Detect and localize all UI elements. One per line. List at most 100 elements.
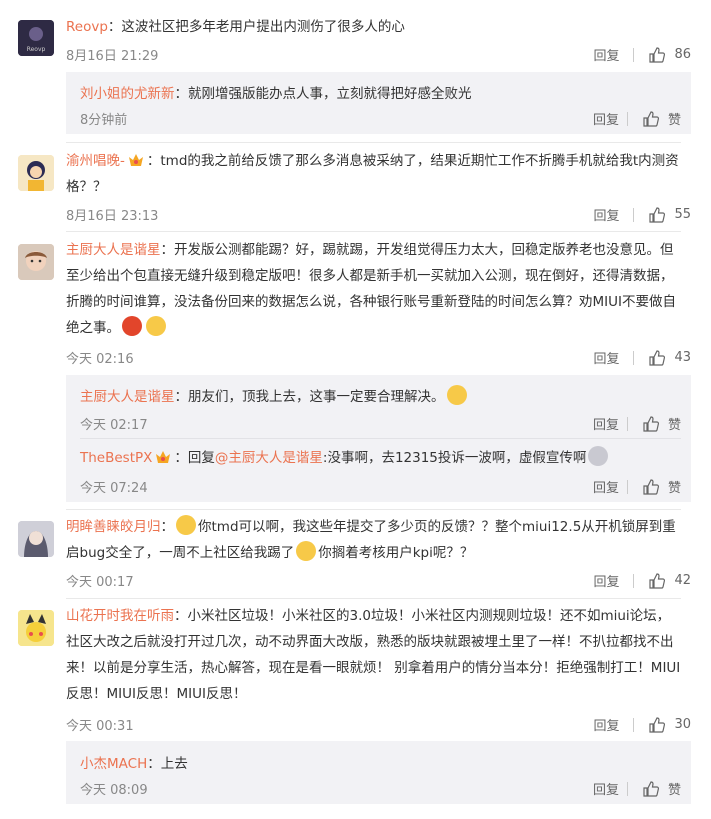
thumb-up-icon bbox=[649, 349, 666, 366]
action-divider bbox=[633, 573, 635, 588]
svg-text:Reovp: Reovp bbox=[27, 46, 46, 53]
reply-time: 今天 02:17 bbox=[80, 418, 148, 433]
reply-username[interactable]: TheBestPX bbox=[80, 450, 152, 466]
comment-divider bbox=[66, 231, 681, 232]
comment-text: 明眸善睐皎月归： 你tmd可以啊，我这些年提交了多少页的反馈？？整个miui12.… bbox=[66, 514, 681, 566]
comment-time: 今天 02:16 bbox=[66, 352, 134, 367]
reply-username[interactable]: 小杰MACH bbox=[80, 756, 147, 772]
reply-button[interactable]: 回复 bbox=[593, 779, 619, 798]
like-count: 43 bbox=[674, 350, 691, 365]
like-label: 赞 bbox=[667, 783, 681, 798]
like-button[interactable]: 42 bbox=[648, 572, 691, 590]
like-label: 赞 bbox=[667, 418, 681, 433]
reply-button[interactable]: 回复 bbox=[593, 477, 619, 496]
reply-button[interactable]: 回复 bbox=[593, 571, 619, 590]
avatar[interactable] bbox=[18, 244, 54, 280]
action-divider bbox=[633, 47, 635, 62]
thumb-up-icon bbox=[643, 478, 660, 495]
like-button[interactable]: 赞 bbox=[642, 779, 681, 798]
like-count: 55 bbox=[674, 207, 691, 222]
reply-button[interactable]: 回复 bbox=[593, 109, 619, 128]
reply-box: 小杰MACH：上去 今天 08:09 回复 赞 bbox=[66, 741, 691, 804]
comment-divider bbox=[66, 509, 681, 510]
comment-text: 主厨大人是谐星：开发版公测都能踢？好，踢就踢，开发组觉得压力太大，回稳定版养老也… bbox=[66, 242, 676, 336]
comment-username[interactable]: 明眸善睐皎月归 bbox=[66, 519, 161, 535]
reply-box: 刘小姐的尤新新：就刚增强版能办点人事，立刻就得把好感全败光 8分钟前 回复 赞 bbox=[66, 72, 691, 134]
scared-face-icon bbox=[588, 446, 609, 466]
comment-text: 山花开时我在听雨：小米社区垃圾！小米社区的3.0垃圾！小米社区内测规则垃圾！还不… bbox=[66, 608, 681, 702]
like-label: 赞 bbox=[667, 481, 681, 496]
avatar[interactable]: Reovp bbox=[18, 20, 54, 56]
action-divider bbox=[626, 479, 628, 494]
like-label: 赞 bbox=[667, 113, 681, 128]
reply-actions: 回复 赞 bbox=[593, 477, 681, 496]
reply-time: 今天 08:09 bbox=[80, 783, 148, 798]
comment-time: 8月16日 21:29 bbox=[66, 49, 159, 64]
smirk-face-icon bbox=[296, 541, 317, 561]
thumb-up-icon bbox=[649, 46, 666, 63]
comment-username[interactable]: 山花开时我在听雨 bbox=[66, 608, 174, 624]
like-count: 86 bbox=[674, 47, 691, 62]
comment-username[interactable]: 主厨大人是谐星 bbox=[66, 242, 161, 258]
like-button[interactable]: 赞 bbox=[642, 477, 681, 496]
avatar[interactable] bbox=[18, 610, 54, 646]
like-button[interactable]: 赞 bbox=[642, 414, 681, 433]
reply-actions: 回复 赞 bbox=[593, 779, 681, 798]
comment-divider bbox=[66, 142, 681, 143]
reply-button[interactable]: 回复 bbox=[593, 45, 619, 64]
avatar[interactable] bbox=[18, 521, 54, 557]
member-badge-icon bbox=[154, 449, 172, 465]
comment-actions: 回复 30 bbox=[593, 715, 691, 734]
comment-username[interactable]: Reovp bbox=[66, 19, 108, 35]
comment-divider bbox=[66, 598, 681, 599]
thumb-up-icon bbox=[643, 110, 660, 127]
comment-username[interactable]: 渝州唱晚- bbox=[66, 153, 125, 169]
comment-time: 8月16日 23:13 bbox=[66, 209, 159, 224]
like-button[interactable]: 55 bbox=[648, 206, 691, 224]
reply-button[interactable]: 回复 bbox=[593, 348, 619, 367]
thumb-up-icon bbox=[649, 206, 666, 223]
reply-username[interactable]: 刘小姐的尤新新 bbox=[80, 86, 175, 102]
reply-button[interactable]: 回复 bbox=[593, 414, 619, 433]
like-button[interactable]: 43 bbox=[648, 349, 691, 367]
reply-text: TheBestPX ：回复@主厨大人是谐星:没事啊，去12315投诉一波啊，虚假宣… bbox=[80, 446, 610, 466]
reply-actions: 回复 赞 bbox=[593, 414, 681, 433]
thinking-face-icon bbox=[446, 385, 467, 405]
comment-actions: 回复 42 bbox=[593, 571, 691, 590]
comment-actions: 回复 86 bbox=[593, 45, 691, 64]
avatar[interactable] bbox=[18, 155, 54, 191]
action-divider bbox=[626, 781, 628, 796]
shrug-emoji-icon bbox=[146, 316, 166, 336]
action-divider bbox=[626, 416, 628, 431]
reply-box: 主厨大人是谐星：朋友们，顶我上去，这事一定要合理解决。 今天 02:17 回复 … bbox=[66, 375, 691, 502]
like-button[interactable]: 30 bbox=[648, 716, 691, 734]
thumb-up-icon bbox=[643, 780, 660, 797]
reply-text: 主厨大人是谐星：朋友们，顶我上去，这事一定要合理解决。 bbox=[80, 385, 469, 405]
action-divider bbox=[633, 717, 635, 732]
reply-button[interactable]: 回复 bbox=[593, 205, 619, 224]
thumb-up-icon bbox=[643, 415, 660, 432]
thumb-up-icon bbox=[649, 572, 666, 589]
thumb-up-icon bbox=[649, 716, 666, 733]
comment-text: Reovp：这波社区把多年老用户提出内测伤了很多人的心 bbox=[66, 19, 405, 35]
smirk-face-icon bbox=[176, 515, 196, 535]
reply-time: 8分钟前 bbox=[80, 113, 128, 128]
comment-time: 今天 00:31 bbox=[66, 719, 134, 734]
comment-actions: 回复 55 bbox=[593, 205, 691, 224]
comment-actions: 回复 43 bbox=[593, 348, 691, 367]
reply-button[interactable]: 回复 bbox=[593, 715, 619, 734]
reply-text: 小杰MACH：上去 bbox=[80, 756, 188, 772]
reply-actions: 回复 赞 bbox=[593, 109, 681, 128]
like-button[interactable]: 赞 bbox=[642, 109, 681, 128]
reply-divider bbox=[80, 438, 681, 439]
action-divider bbox=[633, 207, 635, 222]
action-divider bbox=[626, 111, 628, 126]
comment-text: 渝州唱晚- ：tmd的我之前给反馈了那么多消息被采纳了，结果近期忙工作不折腾手机就… bbox=[66, 153, 679, 195]
like-button[interactable]: 86 bbox=[648, 46, 691, 64]
like-count: 42 bbox=[674, 573, 691, 588]
reply-time: 今天 07:24 bbox=[80, 481, 148, 496]
like-count: 30 bbox=[674, 717, 691, 732]
reply-text: 刘小姐的尤新新：就刚增强版能办点人事，立刻就得把好感全败光 bbox=[80, 86, 472, 102]
reply-username[interactable]: 主厨大人是谐星 bbox=[80, 389, 175, 405]
mention-link[interactable]: @主厨大人是谐星 bbox=[215, 450, 323, 466]
